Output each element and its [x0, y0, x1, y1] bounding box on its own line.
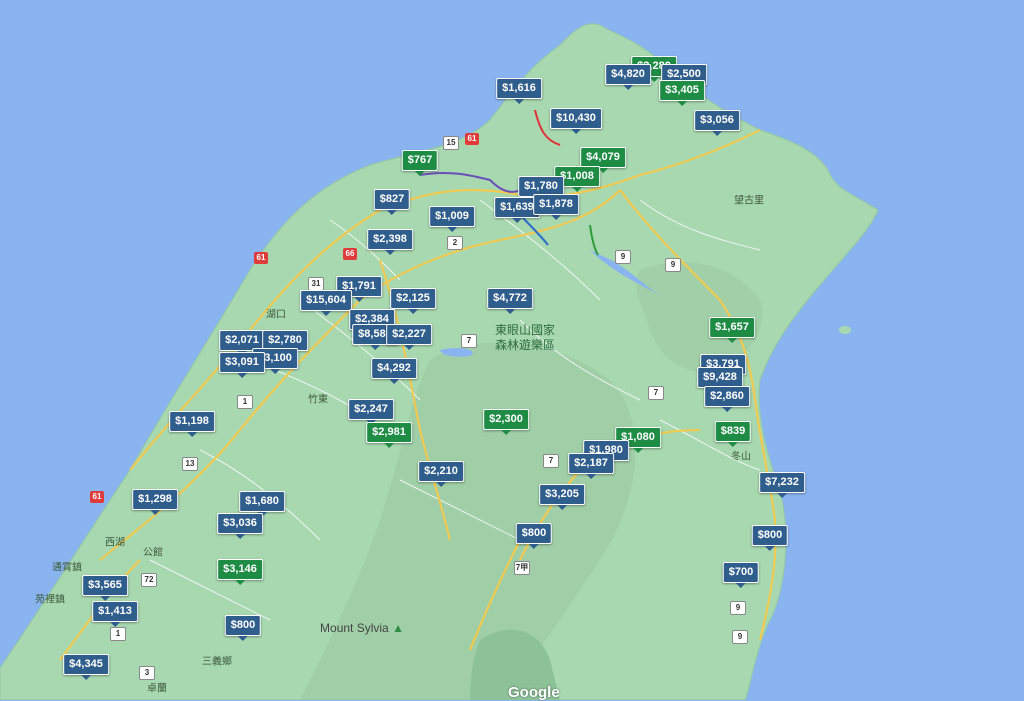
price-marker[interactable]: $4,079 [580, 147, 626, 173]
highway-shield-icon: 7 [543, 454, 559, 468]
price-marker[interactable]: $2,187 [568, 453, 614, 479]
price-marker[interactable]: $827 [373, 189, 411, 215]
price-marker[interactable]: $3,036 [217, 513, 263, 539]
price-marker[interactable]: $4,292 [371, 358, 417, 384]
town-label-sanyi: 三義鄉 [202, 656, 232, 668]
highway-shield-icon: 61 [90, 491, 104, 503]
town-label-xihu: 西湖 [105, 537, 125, 549]
highway-shield-icon: 3 [139, 666, 155, 680]
price-marker[interactable]: $1,616 [496, 78, 542, 104]
park-label: 東眼山國家 森林遊樂區 [494, 323, 556, 352]
price-marker[interactable]: $4,772 [487, 288, 533, 314]
price-marker[interactable]: $15,604 [300, 290, 352, 316]
town-label-yuanli: 苑裡鎮 [35, 594, 65, 606]
price-marker[interactable]: $767 [401, 150, 439, 176]
highway-shield-icon: 72 [141, 573, 157, 587]
town-label-gongguan: 公館 [143, 547, 163, 559]
highway-shield-icon: 9 [730, 601, 746, 615]
price-marker[interactable]: $1,657 [709, 317, 755, 343]
price-marker[interactable]: $3,091 [219, 352, 265, 378]
highway-shield-icon: 9 [615, 250, 631, 264]
highway-shield-icon: 9 [665, 258, 681, 272]
highway-shield-icon: 66 [343, 248, 357, 260]
highway-shield-icon: 1 [110, 627, 126, 641]
price-marker[interactable]: $3,146 [217, 559, 263, 585]
price-marker[interactable]: $4,820 [605, 64, 651, 90]
town-label-zhudong: 竹東 [308, 394, 328, 406]
highway-shield-icon: 13 [182, 457, 198, 471]
highway-shield-icon: 61 [465, 133, 479, 145]
price-marker[interactable]: $2,981 [366, 422, 412, 448]
price-marker[interactable]: $9,428 [697, 367, 743, 393]
price-marker[interactable]: $10,430 [550, 108, 602, 134]
mountain-icon: ▲ [392, 621, 404, 635]
map-provider-logo: Google [508, 684, 560, 701]
price-marker[interactable]: $2,247 [348, 399, 394, 425]
price-marker[interactable]: $2,398 [367, 229, 413, 255]
price-marker[interactable]: $1,009 [429, 206, 475, 232]
town-label-hukou: 湖口 [266, 309, 286, 321]
price-marker[interactable]: $3,565 [82, 575, 128, 601]
price-marker[interactable]: $3,205 [539, 484, 585, 510]
town-label-wanggu: 望古里 [734, 195, 764, 207]
mountain-label: Mount Sylvia ▲ [320, 621, 404, 635]
highway-shield-icon: 7甲 [514, 561, 530, 575]
price-marker[interactable]: $1,878 [533, 194, 579, 220]
price-marker[interactable]: $4,345 [63, 654, 109, 680]
price-marker[interactable]: $800 [751, 525, 789, 551]
price-marker[interactable]: $3,405 [659, 80, 705, 106]
highway-shield-icon: 15 [443, 136, 459, 150]
price-marker[interactable]: $2,227 [386, 324, 432, 350]
price-marker[interactable]: $800 [224, 615, 262, 641]
price-marker[interactable]: $1,198 [169, 411, 215, 437]
price-marker[interactable]: $2,300 [483, 409, 529, 435]
highway-shield-icon: 31 [308, 277, 324, 291]
price-marker[interactable]: $2,860 [704, 386, 750, 412]
highway-shield-icon: 2 [447, 236, 463, 250]
price-marker[interactable]: $1,413 [92, 601, 138, 627]
town-label-dongshan: 冬山 [731, 451, 751, 463]
price-marker[interactable]: $1,680 [239, 491, 285, 517]
price-marker[interactable]: $1,298 [132, 489, 178, 515]
highway-shield-icon: 9 [732, 630, 748, 644]
price-marker[interactable]: $700 [722, 562, 760, 588]
price-marker[interactable]: $3,056 [694, 110, 740, 136]
price-marker[interactable]: $800 [515, 523, 553, 549]
price-marker[interactable]: $2,125 [390, 288, 436, 314]
town-label-zhuolan: 卓蘭 [147, 683, 167, 695]
price-marker[interactable]: $2,210 [418, 461, 464, 487]
highway-shield-icon: 7 [648, 386, 664, 400]
highway-shield-icon: 7 [461, 334, 477, 348]
price-marker[interactable]: $839 [714, 421, 752, 447]
town-label-tongxiao: 通霄鎮 [52, 562, 82, 574]
highway-shield-icon: 1 [237, 395, 253, 409]
price-marker[interactable]: $7,232 [759, 472, 805, 498]
highway-shield-icon: 61 [254, 252, 268, 264]
